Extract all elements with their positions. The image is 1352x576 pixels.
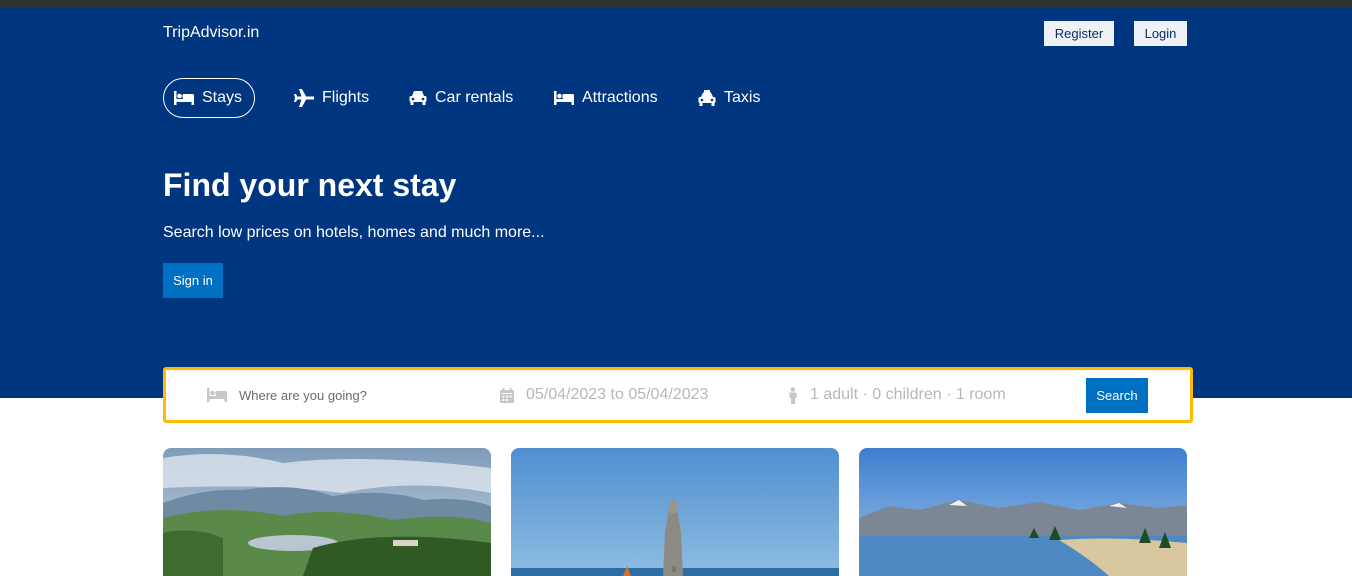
- destination-image: [163, 448, 491, 576]
- bed-icon: [554, 91, 574, 105]
- search-bar: Where are you going? 05/04/2023 to 05/04…: [163, 367, 1193, 423]
- login-button[interactable]: Login: [1134, 21, 1187, 46]
- destination-field[interactable]: Where are you going?: [207, 370, 367, 420]
- nav-tab-flights[interactable]: Flights: [294, 78, 369, 118]
- nav-label: Flights: [322, 89, 370, 106]
- nav-tab-car-rentals[interactable]: Car rentals: [409, 78, 513, 118]
- date-field[interactable]: 05/04/2023 to 05/04/2023: [500, 370, 708, 420]
- brand-logo[interactable]: TripAdvisor.in: [163, 24, 259, 42]
- guests-field[interactable]: 1 adult · 0 children · 1 room: [788, 370, 1006, 420]
- sign-in-button[interactable]: Sign in: [163, 263, 223, 298]
- register-button[interactable]: Register: [1044, 21, 1114, 46]
- calendar-icon: [500, 387, 514, 403]
- hero-subtitle: Search low prices on hotels, homes and m…: [163, 224, 545, 241]
- bed-icon: [207, 388, 227, 402]
- destination-input[interactable]: Where are you going?: [239, 388, 367, 403]
- date-range-value: 05/04/2023 to 05/04/2023: [526, 386, 709, 403]
- browser-top-strip: [0, 0, 1352, 7]
- destination-card-hills[interactable]: [163, 448, 491, 576]
- nav-tab-attractions[interactable]: Attractions: [554, 78, 658, 118]
- nav-label: Attractions: [582, 89, 658, 106]
- page-title: Find your next stay: [163, 167, 457, 203]
- nav-label: Car rentals: [435, 89, 514, 106]
- destination-card-statue[interactable]: [511, 448, 839, 576]
- person-icon: [789, 386, 797, 404]
- nav-label: Stays: [202, 89, 243, 106]
- nav-label: Taxis: [724, 89, 761, 106]
- destination-card-lake[interactable]: [859, 448, 1187, 576]
- taxi-icon: [698, 89, 716, 106]
- guests-value: 1 adult · 0 children · 1 room: [810, 386, 1006, 403]
- nav-tab-taxis[interactable]: Taxis: [698, 78, 760, 118]
- car-icon: [409, 91, 427, 105]
- bed-icon: [174, 91, 194, 105]
- destination-image: [859, 448, 1187, 576]
- destination-image: [511, 448, 839, 576]
- nav-tab-stays[interactable]: Stays: [163, 78, 256, 118]
- plane-icon: [294, 89, 314, 107]
- search-button[interactable]: Search: [1086, 378, 1148, 413]
